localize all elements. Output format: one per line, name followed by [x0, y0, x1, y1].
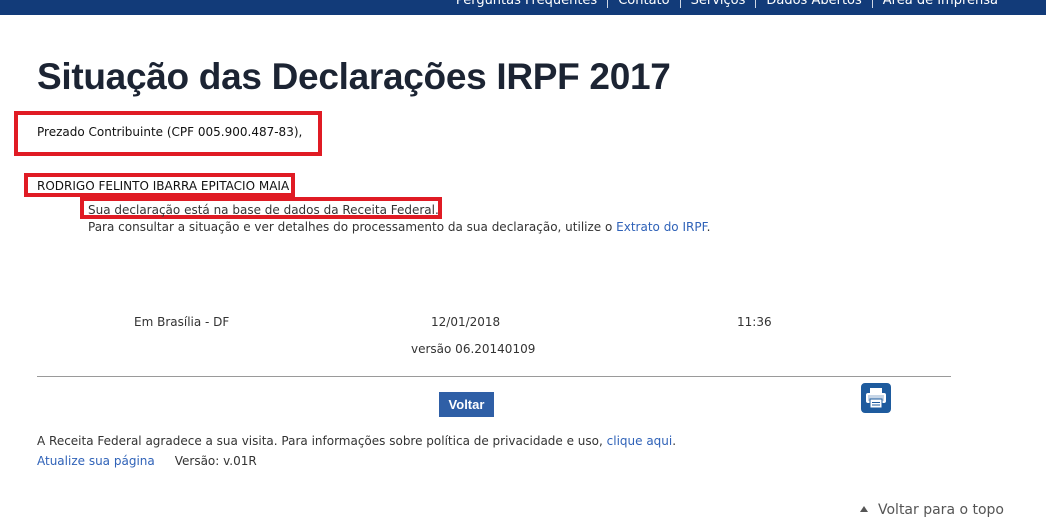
privacy-link[interactable]: clique aqui — [607, 434, 673, 448]
location-text: Em Brasília - DF — [134, 315, 230, 329]
divider — [37, 376, 951, 377]
extrato-irpf-link[interactable]: Extrato do IRPF — [616, 220, 706, 234]
caret-up-icon — [860, 506, 868, 512]
nav-link-services[interactable]: Serviços — [691, 0, 746, 8]
nav-separator — [607, 0, 609, 8]
footer-version: Versão: v.01R — [174, 454, 257, 468]
nav-link-open-data[interactable]: Dados Abertos — [766, 0, 861, 8]
nav-link-faq[interactable]: Perguntas Frequentes — [456, 0, 597, 8]
consult-text: Para consultar a situação e ver detalhes… — [88, 220, 617, 234]
footer-thanks-text: A Receita Federal agradece a sua visita.… — [37, 434, 607, 448]
declaration-status-message: Sua declaração está na base de dados da … — [88, 203, 439, 217]
taxpayer-greeting: Prezado Contribuinte (CPF 005.900.487-83… — [37, 125, 303, 139]
consult-suffix: . — [706, 220, 711, 234]
update-page-link[interactable]: Atualize sua página — [37, 454, 155, 468]
nav-separator — [679, 0, 681, 8]
taxpayer-name: RODRIGO FELINTO IBARRA EPITACIO MAIA — [37, 179, 290, 193]
footer-thanks: A Receita Federal agradece a sua visita.… — [37, 434, 676, 448]
print-button[interactable] — [861, 383, 891, 413]
date-text: 12/01/2018 — [431, 315, 501, 329]
top-nav: Perguntas Frequentes Contato Serviços Da… — [456, 0, 998, 8]
back-to-top-label: Voltar para o topo — [878, 502, 1004, 518]
printer-icon — [866, 388, 886, 409]
nav-separator — [755, 0, 757, 8]
top-nav-bar: Perguntas Frequentes Contato Serviços Da… — [0, 0, 1046, 15]
back-button[interactable]: Voltar — [439, 392, 494, 417]
page-title: Situação das Declarações IRPF 2017 — [37, 56, 671, 97]
nav-separator — [871, 0, 873, 8]
footer-line: Atualize sua página Versão: v.01R — [37, 454, 257, 468]
time-text: 11:36 — [737, 315, 772, 329]
nav-link-press[interactable]: Área de Imprensa — [883, 0, 998, 8]
nav-link-contact[interactable]: Contato — [618, 0, 669, 8]
consult-instructions: Para consultar a situação e ver detalhes… — [88, 220, 710, 234]
system-version-text: versão 06.20140109 — [411, 342, 536, 356]
back-to-top-link[interactable]: Voltar para o topo — [860, 502, 1004, 518]
footer-thanks-suffix: . — [672, 434, 677, 448]
